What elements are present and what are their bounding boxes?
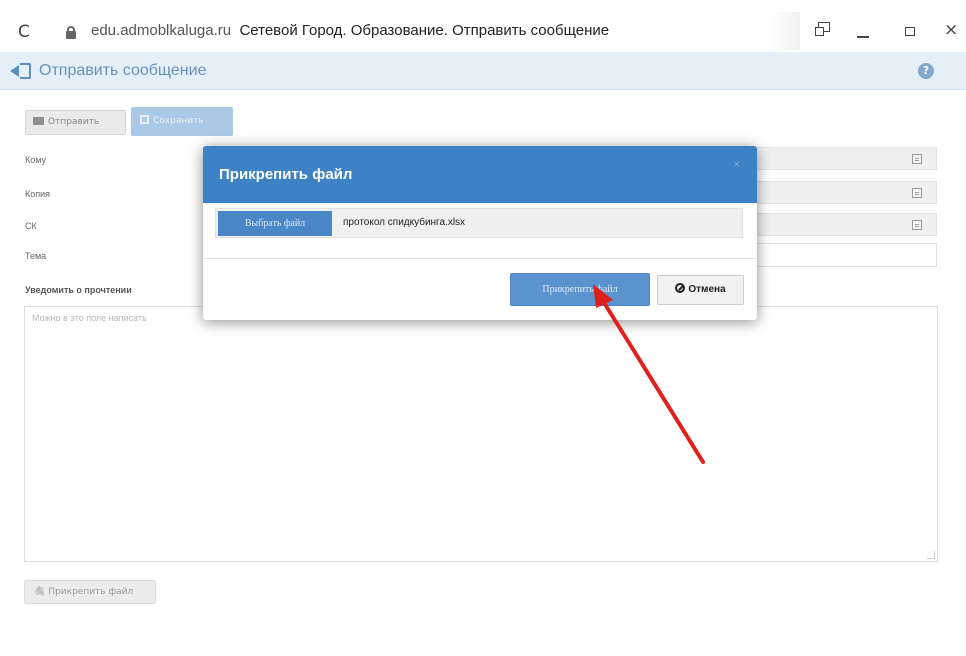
attach-file-button[interactable]: 🖇 Прикрепить файл	[24, 580, 156, 604]
help-icon[interactable]: ?	[918, 63, 934, 79]
dialog-divider	[203, 258, 757, 259]
message-textarea[interactable]: Можно в это поле написать	[24, 306, 938, 562]
attach-file-dialog: Прикрепить файл × Выбрать файл протокол …	[203, 146, 757, 320]
to-field[interactable]	[757, 147, 937, 170]
maximize-icon[interactable]	[905, 27, 915, 36]
dialog-cancel-button[interactable]: Отмена	[657, 275, 744, 305]
back-icon[interactable]	[10, 63, 32, 79]
picture-in-picture-icon[interactable]	[815, 22, 831, 37]
message-placeholder: Можно в это поле написать	[32, 313, 147, 323]
cc-field[interactable]	[757, 181, 937, 204]
address-book-icon[interactable]	[912, 220, 922, 230]
resize-grip-icon[interactable]	[927, 551, 935, 559]
send-button[interactable]: Отправить	[25, 110, 126, 135]
dialog-close-icon[interactable]: ×	[733, 160, 741, 170]
cancel-icon	[675, 283, 686, 293]
attach-file-button-label: Прикрепить файл	[48, 587, 134, 597]
to-label: Кому	[25, 155, 47, 165]
bcc-label: СК	[25, 221, 37, 231]
address-domain: edu.admoblkaluga.ru	[91, 22, 232, 39]
address-book-icon[interactable]	[912, 188, 922, 198]
choose-file-button[interactable]: Выбрать файл	[218, 211, 332, 236]
save-button[interactable]: Сохранить	[131, 107, 233, 136]
browser-page-title: Сетевой Город. Образование. Отправить со…	[239, 22, 610, 39]
paperclip-icon: 🖇	[34, 587, 46, 597]
file-select-row: Выбрать файл протокол спидкубинга.xlsx	[215, 208, 743, 238]
envelope-icon	[33, 117, 44, 125]
bcc-field[interactable]	[757, 213, 937, 236]
minimize-icon[interactable]	[857, 36, 869, 38]
selected-file-name: протокол спидкубинга.xlsx	[343, 217, 466, 228]
dialog-title: Прикрепить файл	[219, 166, 353, 183]
subject-field[interactable]	[757, 243, 937, 267]
reload-icon[interactable]: C	[18, 22, 30, 42]
read-receipt-label[interactable]: Уведомить о прочтении	[25, 285, 132, 295]
page-title: Отправить сообщение	[39, 62, 207, 79]
subject-label: Тема	[25, 251, 47, 261]
send-button-label: Отправить	[48, 117, 100, 127]
lock-icon[interactable]	[66, 26, 76, 39]
cc-label: Копия	[25, 189, 51, 199]
window-close-icon[interactable]: ×	[944, 20, 958, 40]
address-bar[interactable]: edu.admoblkaluga.ru Сетевой Город. Образ…	[91, 22, 609, 39]
save-icon	[140, 115, 149, 124]
dialog-cancel-label: Отмена	[688, 284, 726, 295]
address-book-icon[interactable]	[912, 154, 922, 164]
dialog-header: Прикрепить файл ×	[203, 146, 757, 203]
save-button-label: Сохранить	[153, 116, 204, 126]
page-header: Отправить сообщение ?	[0, 52, 966, 90]
dialog-attach-file-button[interactable]: Прикрепить файл	[510, 273, 650, 306]
address-bar-end	[770, 12, 800, 50]
